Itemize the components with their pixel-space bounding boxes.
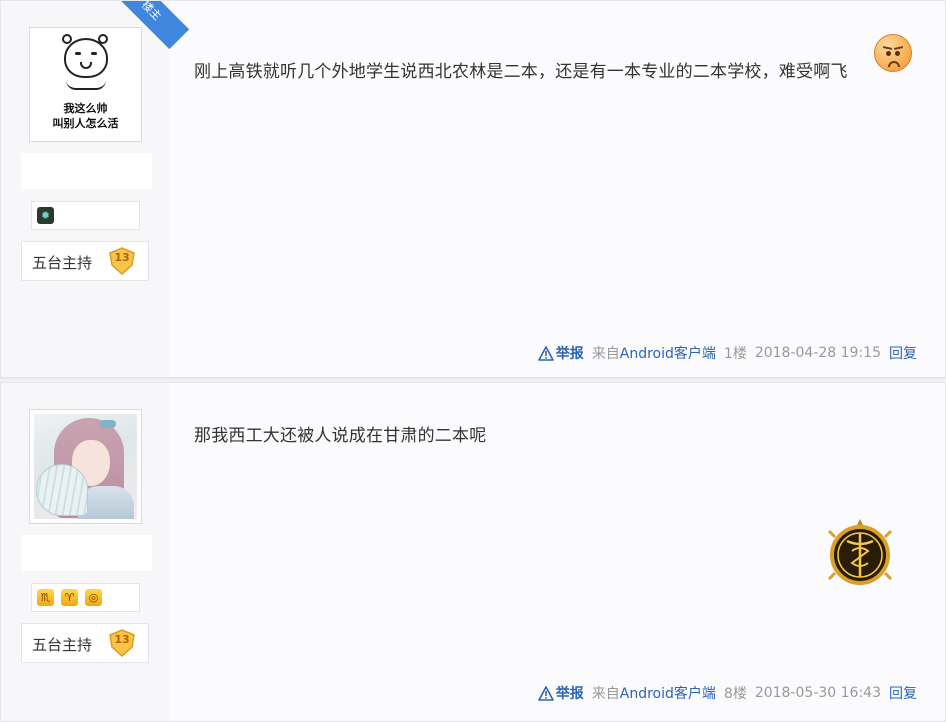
level-shield-icon: 13 — [108, 629, 136, 657]
level-badge[interactable]: 五台主持 13 — [21, 241, 149, 281]
avatar[interactable]: 我这么帅 叫别人怎么活 — [29, 27, 142, 142]
source-prefix: 来自 — [591, 686, 620, 702]
anime-avatar-image — [34, 414, 137, 519]
avatar[interactable] — [29, 409, 142, 524]
report-link[interactable]: 举报 — [537, 343, 584, 363]
report-link[interactable]: 举报 — [537, 683, 584, 703]
aries-icon[interactable]: ♈ — [61, 589, 78, 606]
floor-number: 1楼 — [723, 346, 747, 362]
avatar-caption-line2: 叫别人怎么活 — [52, 117, 119, 130]
floor-number: 8楼 — [723, 686, 747, 702]
meme-face — [64, 38, 108, 78]
report-label: 举报 — [555, 686, 584, 702]
source-client-link[interactable]: Android客户端 — [620, 683, 716, 703]
post-content: 刚上高铁就听几个外地学生说西北农林是二本，还是有一本专业的二本学校，难受啊飞 — [194, 62, 848, 82]
level-name: 五台主持 — [32, 254, 93, 272]
username[interactable] — [21, 153, 152, 189]
post-floor-8: ♏ ♈ ◎ 五台主持 13 那我西工大还被人说成在甘肃的二本呢 举报 来自 An… — [0, 382, 946, 722]
username[interactable] — [21, 535, 152, 571]
badge-row: ✹ — [31, 201, 140, 230]
source-prefix: 来自 — [591, 346, 620, 362]
frown-emoji-icon — [874, 34, 912, 72]
author-panel: ♏ ♈ ◎ 五台主持 13 — [1, 383, 169, 721]
scorpio-icon[interactable]: ♏ — [37, 589, 54, 606]
post-meta: 举报 来自 Android客户端 8楼 2018-05-30 16:43 回复 — [537, 683, 917, 703]
warning-icon — [537, 685, 554, 701]
level-shield-icon: 13 — [108, 247, 136, 275]
reply-link[interactable]: 回复 — [889, 683, 917, 703]
meme-hands — [66, 80, 106, 90]
caduceus-medal-icon — [827, 519, 893, 585]
avatar-caption-line1: 我这么帅 — [63, 102, 108, 115]
reply-link[interactable]: 回复 — [889, 343, 917, 363]
report-label: 举报 — [555, 346, 584, 362]
author-panel: 我这么帅 叫别人怎么活 ✹ 五台主持 13 — [1, 1, 169, 377]
level-name: 五台主持 — [32, 636, 93, 654]
level-badge[interactable]: 五台主持 13 — [21, 623, 149, 663]
gem-icon[interactable]: ✹ — [37, 207, 54, 224]
post-content: 那我西工大还被人说成在甘肃的二本呢 — [194, 426, 487, 446]
level-number: 13 — [114, 251, 130, 264]
warning-icon — [537, 345, 554, 361]
post-timestamp: 2018-05-30 16:43 — [754, 685, 881, 701]
level-number: 13 — [114, 633, 130, 646]
post-timestamp: 2018-04-28 19:15 — [754, 345, 881, 361]
ring-icon[interactable]: ◎ — [85, 589, 102, 606]
post-floor-1: 我这么帅 叫别人怎么活 ✹ 五台主持 13 楼主 刚上高铁就听几个外地学生说西北… — [0, 0, 946, 378]
post-meta: 举报 来自 Android客户端 1楼 2018-04-28 19:15 回复 — [537, 343, 917, 363]
badge-row: ♏ ♈ ◎ — [31, 583, 140, 612]
meme-avatar-image: 我这么帅 叫别人怎么活 — [34, 32, 137, 137]
source-client-link[interactable]: Android客户端 — [620, 343, 716, 363]
